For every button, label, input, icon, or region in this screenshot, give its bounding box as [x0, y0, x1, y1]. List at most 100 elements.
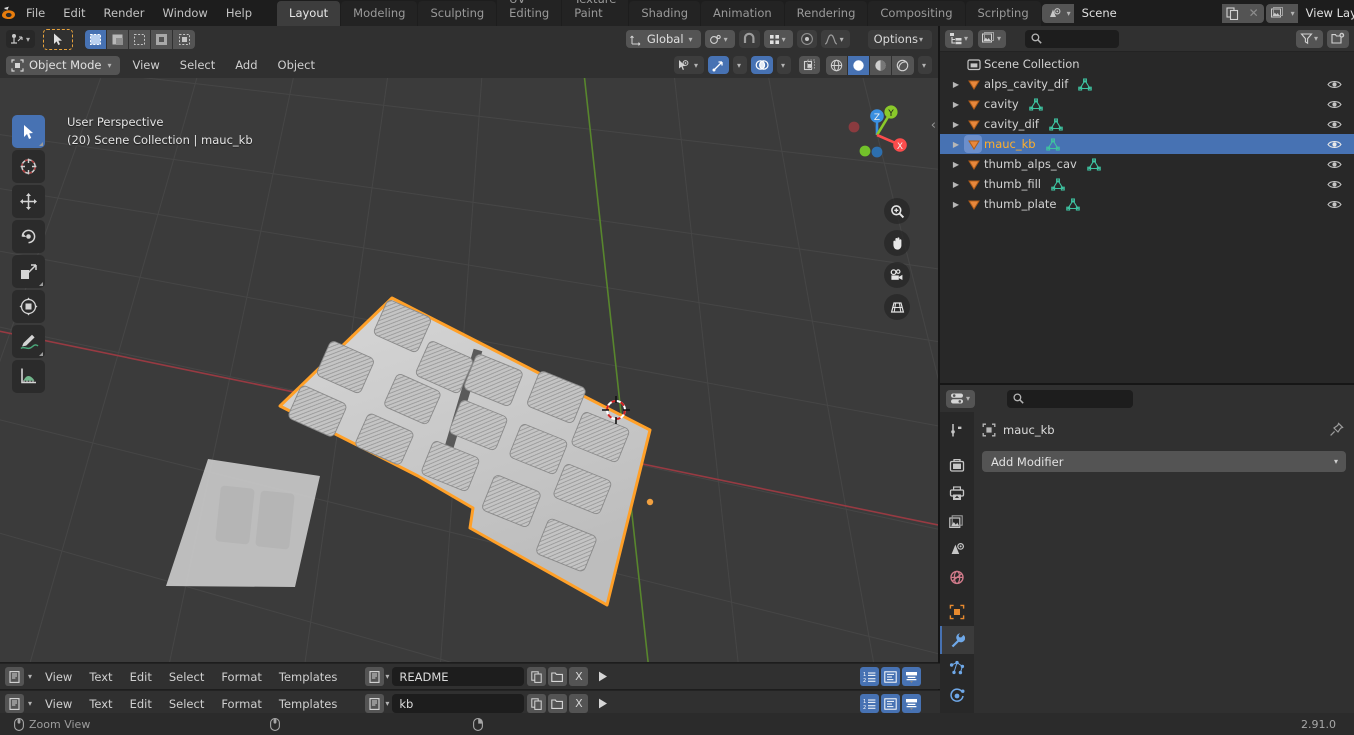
text-menu-view[interactable]: View	[38, 695, 79, 713]
tool-annotate[interactable]	[12, 325, 45, 358]
outliner-search-input[interactable]	[1025, 29, 1120, 48]
workspace-tab-scripting[interactable]: Scripting	[965, 1, 1041, 26]
menu-window[interactable]: Window	[153, 3, 216, 23]
outliner-item-thumb-fill[interactable]: ▶ thumb_fill	[940, 174, 1354, 194]
overlays-options[interactable]: ▾	[776, 56, 791, 74]
editor-type-text-icon[interactable]	[5, 667, 24, 686]
editor-type-text-icon[interactable]	[5, 694, 24, 713]
unlink-text-button[interactable]: X	[569, 667, 589, 686]
eye-open-icon[interactable]	[1327, 114, 1342, 134]
text-menu-edit[interactable]: Edit	[123, 668, 159, 686]
text-menu-select[interactable]: Select	[162, 668, 211, 686]
pin-icon[interactable]	[1329, 422, 1344, 437]
editor-type-outliner-icon[interactable]: ▾	[945, 29, 974, 48]
workspace-tab-layout[interactable]: Layout	[277, 1, 341, 26]
eye-open-icon[interactable]	[1327, 134, 1342, 154]
chevron-down-icon[interactable]: ▾	[385, 699, 389, 708]
mesh-data-icon[interactable]	[1028, 97, 1043, 111]
menu-render[interactable]: Render	[95, 3, 154, 23]
mesh-data-icon[interactable]	[1087, 157, 1101, 171]
snap-group[interactable]	[738, 30, 760, 48]
viewport-menu-select[interactable]: Select	[172, 56, 223, 74]
workspace-tab-rendering[interactable]: Rendering	[784, 1, 868, 26]
tool-transform[interactable]	[12, 290, 45, 323]
properties-tab-modifier[interactable]	[940, 626, 974, 654]
tool-cursor[interactable]	[12, 150, 45, 183]
workspace-tab-modeling[interactable]: Modeling	[341, 1, 418, 26]
line-numbers-icon[interactable]: 1 2	[860, 694, 879, 713]
new-collection-button[interactable]	[1327, 29, 1349, 48]
view-layer-name[interactable]: View Layer	[1297, 3, 1354, 23]
chevron-left-icon[interactable]: ‹	[931, 118, 936, 133]
triangle-right-icon[interactable]: ▶	[948, 80, 964, 89]
proportional-edit-toggle[interactable]	[796, 30, 817, 48]
outliner-editor[interactable]: ▾ ▾ ▾ Scene Collection ▶ alps_cavity_dif…	[940, 26, 1354, 383]
mesh-data-icon[interactable]	[1078, 77, 1093, 91]
outliner-display-mode[interactable]: ▾	[978, 29, 1007, 48]
outliner-root-scene-collection[interactable]: Scene Collection	[940, 54, 1354, 74]
viewport-menu-add[interactable]: Add	[227, 56, 265, 74]
outliner-item-alps-cavity-dif[interactable]: ▶ alps_cavity_dif	[940, 74, 1354, 94]
text-menu-text[interactable]: Text	[82, 668, 119, 686]
outliner-item-thumb-alps-cav[interactable]: ▶ thumb_alps_cav	[940, 154, 1354, 174]
eye-open-icon[interactable]	[1327, 94, 1342, 114]
gizmo-toggle[interactable]	[707, 56, 729, 74]
shading-wireframe-icon[interactable]	[825, 55, 848, 75]
word-wrap-icon[interactable]	[881, 667, 900, 686]
open-folder-icon[interactable]	[548, 667, 568, 686]
snap-to-selector[interactable]: ▾	[763, 30, 793, 48]
properties-tab-object[interactable]	[940, 598, 974, 626]
transform-orientation-selector[interactable]: Global ▾	[625, 30, 701, 48]
properties-tab-physics[interactable]	[940, 682, 974, 710]
eye-open-icon[interactable]	[1327, 194, 1342, 214]
workspace-tab-uv-editing[interactable]: UV Editing	[497, 0, 562, 26]
text-menu-templates[interactable]: Templates	[272, 668, 344, 686]
gizmo-options[interactable]: ▾	[732, 56, 747, 74]
mesh-data-icon[interactable]	[1045, 137, 1060, 151]
properties-tab-render[interactable]	[940, 451, 974, 479]
properties-tab-output[interactable]	[940, 479, 974, 507]
chevron-down-icon[interactable]: ▾	[385, 672, 389, 681]
xray-toggle[interactable]	[798, 56, 820, 74]
scene-name[interactable]: Scene	[1073, 3, 1222, 23]
properties-tab-particles[interactable]	[940, 654, 974, 682]
editor-type-properties-icon[interactable]: ▾	[946, 389, 976, 408]
text-file-name[interactable]: kb	[392, 694, 525, 713]
object-mode-selector[interactable]: Object Mode ▾	[6, 55, 121, 75]
3d-viewport[interactable]: ▾ Global ▾ ▾ ▾ ▾ Options ▾ Object Mode ▾…	[0, 26, 938, 662]
triangle-right-icon[interactable]: ▶	[948, 140, 964, 149]
outliner-item-cavity[interactable]: ▶ cavity	[940, 94, 1354, 114]
camera-icon[interactable]	[884, 262, 910, 288]
triangle-right-icon[interactable]: ▶	[948, 200, 964, 209]
shading-material-icon[interactable]	[869, 55, 892, 75]
syntax-highlight-icon[interactable]	[902, 694, 921, 713]
select-subtract-icon[interactable]	[129, 29, 152, 49]
properties-tab-scene[interactable]	[940, 535, 974, 563]
viewport-canvas[interactable]: User Perspective (20) Scene Collection |…	[0, 78, 938, 662]
overlays-toggle[interactable]	[750, 56, 773, 74]
ortho-persp-grid-icon[interactable]	[884, 294, 910, 320]
unlink-text-button[interactable]: X	[569, 694, 589, 713]
tool-move[interactable]	[12, 185, 45, 218]
tool-scale[interactable]	[12, 255, 45, 288]
properties-search-input[interactable]	[1007, 389, 1134, 408]
tool-measure[interactable]	[12, 360, 45, 393]
outliner-filter-button[interactable]: ▾	[1295, 29, 1323, 48]
menu-file[interactable]: File	[17, 3, 54, 23]
triangle-right-icon[interactable]: ▶	[948, 160, 964, 169]
run-script-icon[interactable]	[592, 697, 612, 710]
select-invert-icon[interactable]	[151, 29, 174, 49]
syntax-highlight-icon[interactable]	[902, 667, 921, 686]
shading-rendered-icon[interactable]	[891, 55, 914, 75]
viewport-menu-view[interactable]: View	[124, 56, 167, 74]
visibility-selector[interactable]: ▾	[673, 56, 704, 74]
workspace-tab-sculpting[interactable]: Sculpting	[418, 1, 497, 26]
duplicate-icon[interactable]	[1222, 6, 1244, 20]
outliner-item-cavity-dif[interactable]: ▶ cavity_dif	[940, 114, 1354, 134]
falloff-selector[interactable]: ▾	[820, 30, 850, 48]
new-text-icon[interactable]	[527, 667, 547, 686]
line-numbers-icon[interactable]: 1 2	[860, 667, 879, 686]
text-menu-select[interactable]: Select	[162, 695, 211, 713]
workspace-tab-shading[interactable]: Shading	[629, 1, 701, 26]
properties-tab-view-layer[interactable]	[940, 507, 974, 535]
